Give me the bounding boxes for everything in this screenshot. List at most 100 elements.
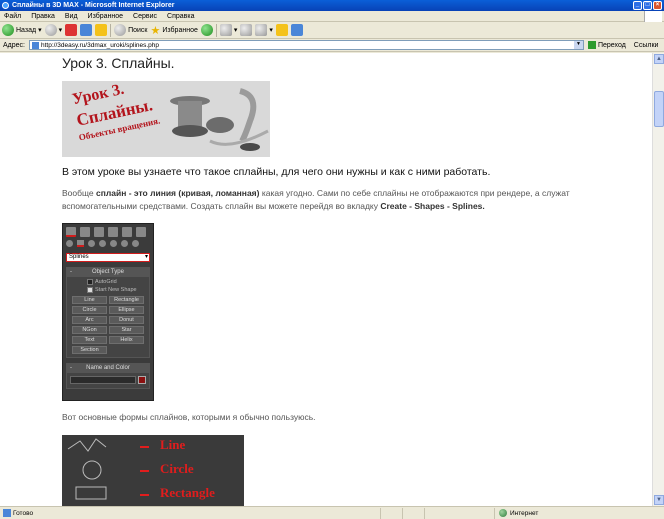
spline-shapes-image: Line Circle Rectangle <box>62 435 244 506</box>
messenger-icon <box>290 24 303 36</box>
zone-text: Интернет <box>510 509 539 517</box>
minimize-button[interactable]: _ <box>633 1 642 10</box>
forward-button[interactable]: ▾ <box>44 23 63 37</box>
chevron-down-icon: ▾ <box>233 27 238 34</box>
favorites-button[interactable]: ★ Избранное <box>151 23 198 37</box>
menu-favorites[interactable]: Избранное <box>88 13 123 20</box>
menu-help[interactable]: Справка <box>167 13 194 20</box>
history-button[interactable] <box>200 23 213 37</box>
address-bar: Адрес: http://3deasy.ru/3dmax_uroki/spli… <box>0 39 664 52</box>
circle-label: Circle <box>160 461 194 476</box>
chevron-down-icon: ▾ <box>38 27 42 34</box>
forward-arrow-icon <box>44 24 57 36</box>
address-label: Адрес: <box>3 41 25 49</box>
status-text: Готово <box>13 509 34 517</box>
circle-button: Circle <box>72 306 107 314</box>
arc-button: Arc <box>72 316 107 324</box>
chevron-down-icon: ▾ <box>269 27 273 34</box>
ie-icon <box>2 2 9 9</box>
circle-dash <box>140 470 149 472</box>
para-bold-2: Create - Shapes - Splines. <box>380 201 485 211</box>
back-button[interactable]: Назад ▾ <box>2 23 42 37</box>
refresh-icon <box>80 24 93 36</box>
text-button: Text <box>72 336 107 344</box>
line-label: Line <box>160 437 186 452</box>
name-field <box>70 376 136 384</box>
splines-dropdown: Splines <box>66 253 150 262</box>
line-dash <box>140 446 149 448</box>
search-icon <box>114 24 127 36</box>
print-button[interactable] <box>240 23 253 37</box>
vertical-scrollbar[interactable]: ▲ ▼ <box>652 53 664 506</box>
menu-view[interactable]: Вид <box>65 13 78 20</box>
create-tab-icon <box>66 227 76 237</box>
stop-icon <box>65 24 78 36</box>
rectangle-button: Rectangle <box>109 296 144 304</box>
favorites-label: Избранное <box>162 26 198 34</box>
menu-tools[interactable]: Сервис <box>133 13 157 20</box>
spline-shapes-drawing <box>67 438 107 500</box>
para-bold-1: сплайн - это линия (кривая, ломанная) <box>95 188 260 198</box>
status-bar: Готово Интернет <box>0 506 664 519</box>
lesson-banner-image: Урок 3. Сплайны. Объекты вращения. <box>62 81 270 157</box>
autogrid-checkbox: AutoGrid <box>67 279 149 285</box>
folder-button[interactable] <box>275 23 288 37</box>
toolbar: Назад ▾ ▾ Поиск ★ Избранное ▾ ▾ <box>0 22 664 39</box>
cameras-icon <box>99 240 106 247</box>
status-cell <box>402 507 424 519</box>
maximize-button[interactable]: □ <box>643 1 652 10</box>
menu-bar: Файл Правка Вид Избранное Сервис Справка <box>0 11 664 22</box>
helix-button: Helix <box>109 336 144 344</box>
lesson-paragraph: Вообще сплайн - это линия (кривая, ломан… <box>62 187 602 213</box>
chevron-down-icon: ▾ <box>58 27 63 34</box>
go-button[interactable]: Переход <box>587 41 626 49</box>
mail-icon <box>219 24 232 36</box>
color-swatch <box>138 376 146 384</box>
refresh-button[interactable] <box>80 23 93 37</box>
spacewarps-icon <box>121 240 128 247</box>
scroll-down-button[interactable]: ▼ <box>654 495 664 505</box>
address-url: http://3deasy.ru/3dmax_uroki/splines.php <box>40 41 160 49</box>
home-button[interactable] <box>95 23 108 37</box>
mail-button[interactable]: ▾ <box>219 23 238 37</box>
shapes-intro: Вот основные формы сплайнов, которыми я … <box>62 412 316 422</box>
edit-icon <box>255 24 268 36</box>
status-cell <box>380 507 402 519</box>
address-dropdown-button[interactable]: ▼ <box>573 41 583 49</box>
scroll-thumb[interactable] <box>654 91 664 127</box>
hierarchy-tab-icon <box>94 227 104 237</box>
command-panel-tabs <box>63 224 153 237</box>
close-button[interactable]: × <box>653 1 662 10</box>
line-button: Line <box>72 296 107 304</box>
links-button[interactable]: Ссылки <box>634 42 659 49</box>
search-button[interactable]: Поиск <box>114 23 148 37</box>
address-input[interactable]: http://3deasy.ru/3dmax_uroki/splines.php… <box>28 40 584 50</box>
messenger-button[interactable] <box>290 23 303 37</box>
star-button: Star <box>109 326 144 334</box>
search-label: Поиск <box>128 26 148 34</box>
helpers-icon <box>110 240 117 247</box>
lathe-objects-illustration <box>170 88 269 151</box>
shape-buttons: Line Rectangle Circle Ellipse Arc Donut … <box>67 293 149 357</box>
scroll-up-button[interactable]: ▲ <box>654 54 664 64</box>
edit-button[interactable]: ▾ <box>255 23 273 37</box>
ellipse-button: Ellipse <box>109 306 144 314</box>
menu-edit[interactable]: Правка <box>31 13 55 20</box>
create-subtabs <box>63 237 153 247</box>
donut-button: Donut <box>109 316 144 324</box>
history-icon <box>200 24 213 36</box>
utilities-tab-icon <box>136 227 146 237</box>
folder-icon <box>275 24 288 36</box>
print-icon <box>240 24 253 36</box>
object-type-rollout: Object Type AutoGrid Start New Shape Lin… <box>66 267 150 358</box>
stop-button[interactable] <box>65 23 78 37</box>
name-and-color-rollout: Name and Color <box>66 363 150 389</box>
page-icon <box>31 41 39 49</box>
status-cell <box>424 507 446 519</box>
motion-tab-icon <box>108 227 118 237</box>
page-done-icon <box>3 509 11 517</box>
lesson-intro: В этом уроке вы узнаете что такое сплайн… <box>62 166 491 178</box>
menu-file[interactable]: Файл <box>4 13 21 20</box>
shapes-icon <box>77 240 84 247</box>
object-type-header: Object Type <box>67 268 149 277</box>
